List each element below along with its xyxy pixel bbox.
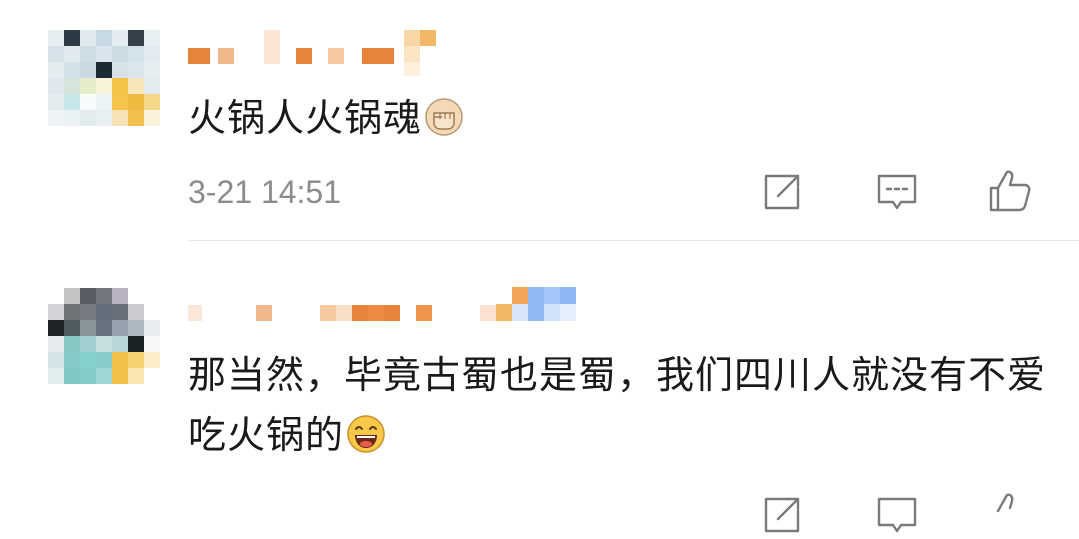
comment-text: 那当然，毕竟古蜀也是蜀，我们四川人就没有不爱吃火锅的 bbox=[188, 345, 1049, 465]
comment-item: 火锅人火锅魂 3-21 14:51 bbox=[0, 0, 1079, 240]
fist-emoji-icon bbox=[425, 98, 463, 136]
share-icon[interactable] bbox=[758, 491, 806, 539]
share-icon[interactable] bbox=[758, 168, 806, 216]
like-icon[interactable] bbox=[985, 166, 1033, 214]
avatar[interactable] bbox=[48, 288, 160, 400]
username-pixelated[interactable] bbox=[188, 30, 436, 76]
comment-text-content: 火锅人火锅魂 bbox=[188, 96, 423, 140]
comment-text: 火锅人火锅魂 bbox=[188, 88, 1049, 148]
like-icon[interactable] bbox=[985, 489, 1033, 537]
username-pixelated[interactable] bbox=[188, 287, 576, 333]
comment-item: 那当然，毕竟古蜀也是蜀，我们四川人就没有不爱吃火锅的 bbox=[0, 241, 1079, 533]
comment-text-content: 那当然，毕竟古蜀也是蜀，我们四川人就没有不爱吃火锅的 bbox=[188, 353, 1047, 457]
comment-icon[interactable] bbox=[873, 491, 921, 539]
timestamp: 3-21 14:51 bbox=[188, 174, 342, 210]
avatar[interactable] bbox=[48, 30, 160, 142]
comment-icon[interactable] bbox=[873, 168, 921, 216]
laughing-emoji-icon bbox=[347, 415, 385, 453]
